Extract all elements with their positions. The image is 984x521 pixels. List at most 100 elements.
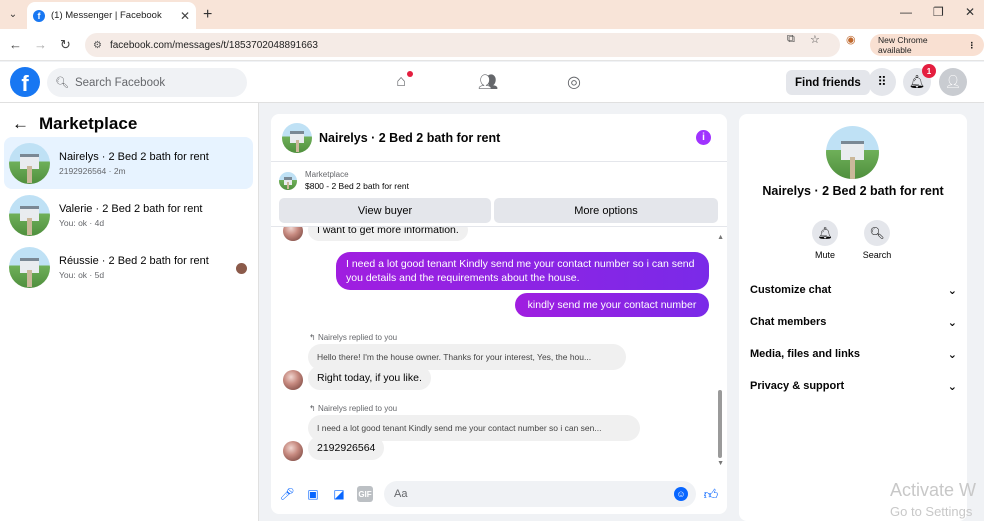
address-bar-row: ← → ↻ ⚙ facebook.com/messages/t/18537020…: [0, 29, 984, 61]
reload-icon[interactable]: ↻: [60, 37, 71, 53]
incoming-message: I want to get more information.: [308, 227, 468, 241]
omnibox[interactable]: ⚙ facebook.com/messages/t/18537020488916…: [85, 33, 840, 57]
search-label: Search: [862, 250, 892, 260]
marketplace-header: ← Marketplace: [12, 114, 137, 134]
section-media-files-links[interactable]: Media, files and links ⌄: [750, 344, 957, 364]
marketplace-listing-strip[interactable]: Marketplace $800 - 2 Bed 2 bath for rent: [271, 163, 727, 198]
conversation-preview: You: ok · 5d: [59, 269, 105, 280]
search-icon: 🔍︎: [55, 77, 69, 89]
scrollbar-thumb[interactable]: [718, 390, 722, 458]
emoji-icon[interactable]: ☺: [674, 487, 688, 501]
account-avatar[interactable]: 👤︎: [939, 68, 967, 96]
sender-avatar: [283, 227, 303, 241]
search-input[interactable]: 🔍︎ Search Facebook: [47, 68, 247, 97]
section-customize-chat[interactable]: Customize chat ⌄: [750, 280, 957, 300]
activate-windows-subtext: Go to Settings: [890, 504, 973, 519]
forward-arrow-icon[interactable]: →: [34, 37, 47, 52]
listing-title: $800 - 2 Bed 2 bath for rent: [305, 181, 409, 191]
info-icon[interactable]: i: [696, 130, 711, 145]
gif-icon[interactable]: GIF: [357, 486, 373, 502]
conversation-item-reussie[interactable]: Réussie · 2 Bed 2 bath for rent You: ok …: [4, 241, 253, 293]
restore-icon[interactable]: ❐: [933, 5, 944, 19]
activate-windows-watermark: Activate W: [890, 480, 977, 500]
section-label: Customize chat: [750, 284, 832, 296]
install-app-icon[interactable]: ⧉: [787, 33, 795, 46]
incoming-message: Right today, if you like.: [308, 366, 431, 390]
bell-icon: 🔔︎: [817, 226, 833, 240]
marketplace-conversation-list: ← Marketplace Nairelys · 2 Bed 2 bath fo…: [0, 103, 259, 521]
conversation-preview: You: ok · 4d: [59, 217, 105, 228]
thumbs-up-icon[interactable]: 👍︎: [703, 486, 719, 502]
incoming-message: 2192926564: [308, 436, 385, 460]
section-label: Chat members: [750, 316, 827, 328]
conversation-item-nairelys[interactable]: Nairelys · 2 Bed 2 bath for rent 2192926…: [4, 137, 253, 189]
search-in-chat-button[interactable]: 🔍︎: [864, 220, 890, 246]
reply-indicator: ↰ Nairelys replied to you: [309, 404, 398, 413]
more-options-button[interactable]: More options: [494, 198, 718, 223]
sender-avatar: [283, 441, 303, 461]
window-close-icon[interactable]: ✕: [965, 5, 975, 19]
back-arrow-icon[interactable]: ←: [9, 37, 22, 52]
back-arrow-icon[interactable]: ←: [12, 114, 29, 134]
marketplace-label: Marketplace: [305, 170, 349, 179]
message-thread[interactable]: I want to get more information. I need a…: [271, 226, 727, 474]
tab-title: (1) Messenger | Facebook: [51, 10, 162, 21]
browser-tab[interactable]: f (1) Messenger | Facebook ✕: [27, 2, 196, 29]
conversation-name: Nairelys · 2 Bed 2 bath for rent: [59, 150, 209, 163]
tab-search-chevron-icon[interactable]: ⌄: [4, 5, 22, 23]
site-settings-icon[interactable]: ⚙: [93, 40, 102, 51]
listing-thumbnail: [9, 142, 50, 184]
conversation-details-panel: Nairelys · 2 Bed 2 bath for rent 🔔︎ Mute…: [739, 114, 967, 521]
bookmark-star-icon[interactable]: ☆: [810, 33, 820, 46]
tab-close-icon[interactable]: ✕: [180, 9, 190, 23]
sticker-icon[interactable]: ◪: [331, 486, 347, 502]
chat-header: Nairelys · 2 Bed 2 bath for rent i: [271, 114, 727, 162]
conversation-title: Nairelys · 2 Bed 2 bath for rent: [762, 184, 944, 198]
reply-indicator-text: Nairelys replied to you: [317, 333, 398, 342]
update-chrome-button[interactable]: New Chrome available ⋮: [870, 34, 984, 56]
url-text[interactable]: facebook.com/messages/t/1853702048891663: [110, 40, 318, 51]
browser-tab-strip: ⌄ f (1) Messenger | Facebook ✕ + — ❐ ✕: [0, 0, 984, 29]
microphone-icon[interactable]: 🎤︎: [279, 486, 295, 502]
conversation-item-valerie[interactable]: Valerie · 2 Bed 2 bath for rent You: ok …: [4, 189, 253, 241]
page-title: Marketplace: [39, 114, 138, 133]
home-notification-dot: [407, 71, 413, 77]
mute-button[interactable]: 🔔︎: [812, 220, 838, 246]
menu-grid-icon[interactable]: ⠿: [868, 68, 896, 96]
chat-title[interactable]: Nairelys · 2 Bed 2 bath for rent: [319, 131, 500, 145]
conversation-name: Valerie · 2 Bed 2 bath for rent: [59, 202, 203, 215]
seen-avatar: [236, 263, 247, 274]
minimize-icon[interactable]: —: [900, 5, 912, 19]
message-input[interactable]: Aa ☺: [384, 481, 696, 507]
new-tab-icon[interactable]: +: [203, 6, 212, 24]
facebook-header: f 🔍︎ Search Facebook ⌂ 👥︎ ◎ Find friends…: [0, 62, 984, 103]
facebook-logo-icon[interactable]: f: [10, 67, 40, 97]
kebab-menu-icon[interactable]: ⋮: [968, 40, 977, 51]
photo-icon[interactable]: ▣: [305, 486, 321, 502]
section-privacy-support[interactable]: Privacy & support ⌄: [750, 376, 957, 396]
section-label: Media, files and links: [750, 348, 861, 360]
listing-thumbnail: [9, 194, 50, 236]
listing-thumbnail: [279, 171, 297, 190]
search-icon: 🔍︎: [869, 226, 885, 240]
message-placeholder: Aa: [394, 488, 408, 500]
scroll-down-arrow[interactable]: ▼: [717, 460, 724, 467]
profile-icon[interactable]: ◉: [846, 33, 856, 46]
view-buyer-button[interactable]: View buyer: [279, 198, 491, 223]
sender-avatar: [283, 370, 303, 390]
conversation-name: Réussie · 2 Bed 2 bath for rent: [59, 254, 209, 267]
outgoing-message: I need a lot good tenant Kindly send me …: [336, 252, 709, 290]
section-chat-members[interactable]: Chat members ⌄: [750, 312, 957, 332]
notifications-bell-icon[interactable]: 🔔︎ 1: [903, 64, 936, 96]
groups-icon[interactable]: ◎: [563, 71, 585, 93]
reply-indicator: ↰ Nairelys replied to you: [309, 333, 398, 342]
outgoing-message: kindly send me your contact number: [515, 293, 709, 317]
chevron-down-icon: ⌄: [947, 316, 957, 329]
friends-icon[interactable]: 👥︎: [477, 71, 499, 93]
scroll-up-arrow[interactable]: ▲: [717, 234, 724, 241]
notification-badge: 1: [922, 64, 936, 78]
find-friends-button[interactable]: Find friends: [786, 70, 870, 95]
facebook-favicon-icon: f: [33, 9, 45, 22]
chat-avatar[interactable]: [282, 122, 312, 153]
home-icon[interactable]: ⌂: [390, 71, 413, 93]
